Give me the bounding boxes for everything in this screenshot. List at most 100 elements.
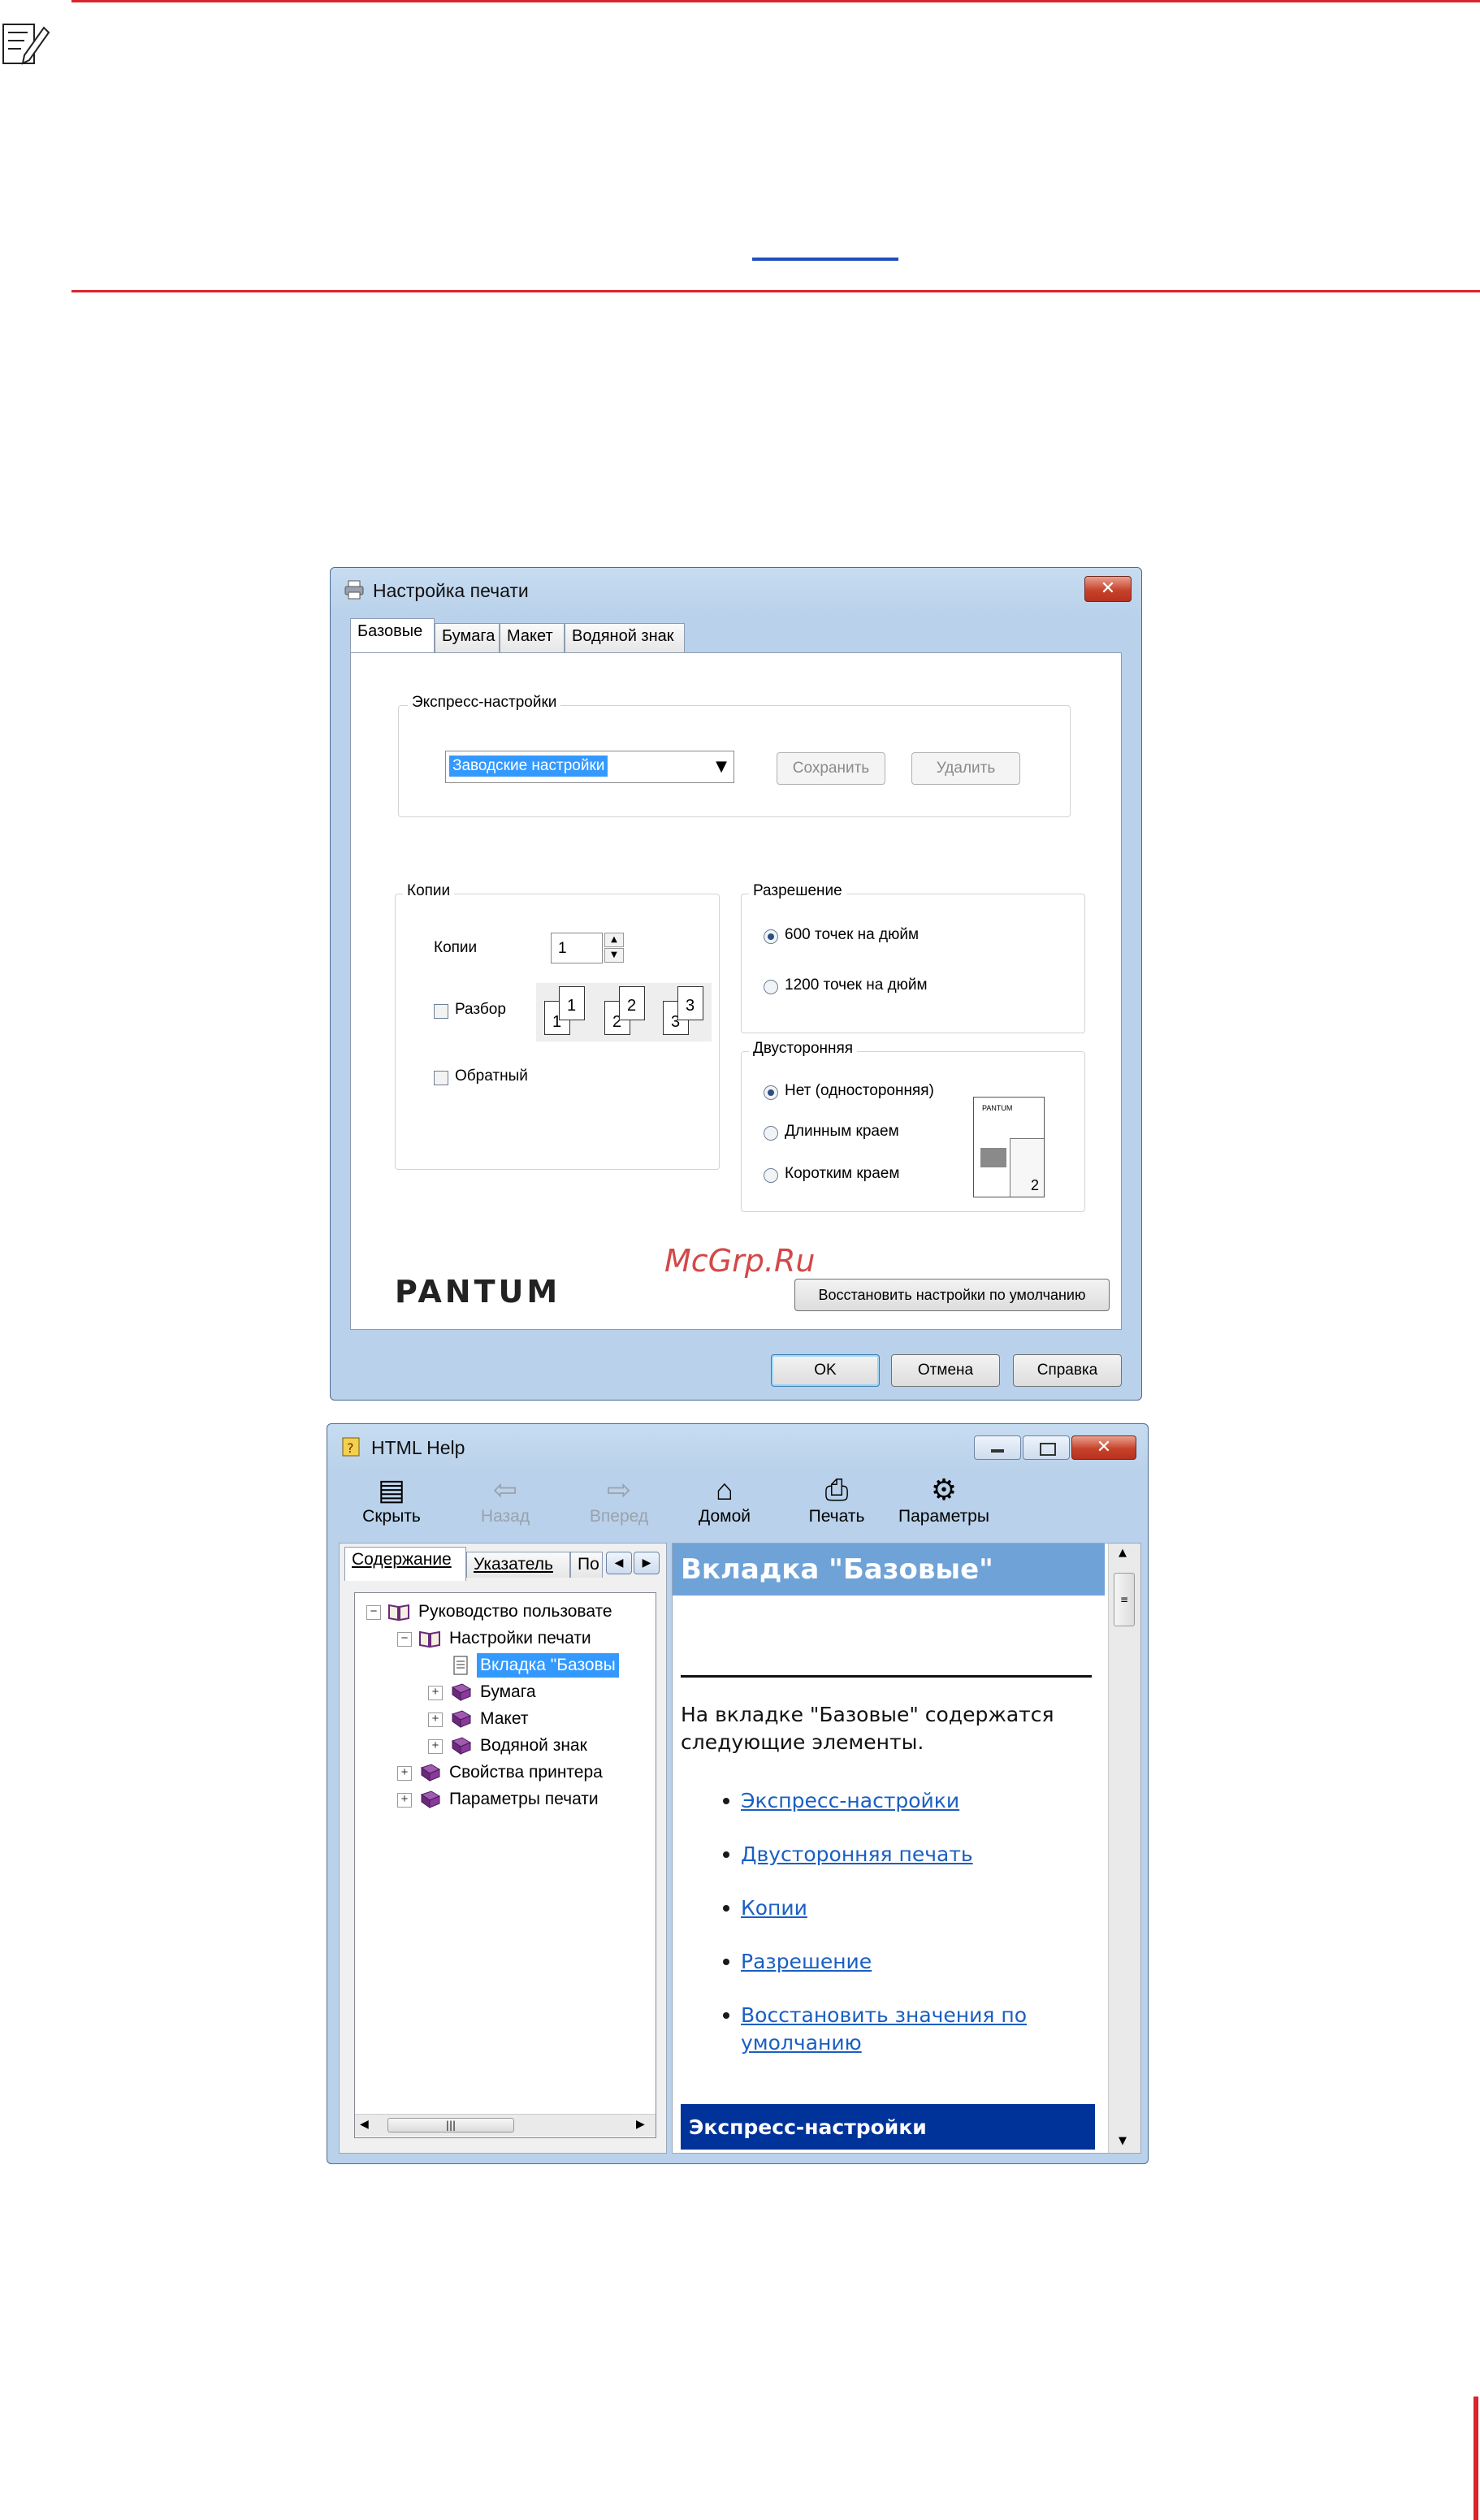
toolbar-back-arrow-button[interactable]: ⇦ Назад: [452, 1473, 558, 1535]
duplex-long-edge-label: Длинным краем: [785, 1123, 899, 1140]
tree-item[interactable]: − Руководство пользовате: [355, 1600, 656, 1624]
resolution-1200-label: 1200 точек на дюйм: [785, 976, 928, 994]
toolbar-home-button[interactable]: ⌂ Домой: [672, 1473, 777, 1535]
reverse-checkbox[interactable]: [434, 1071, 448, 1085]
scroll-down-arrow-icon[interactable]: ▼: [1119, 2135, 1127, 2147]
content-pane: Вкладка "Базовые" На вкладке "Базовые" с…: [672, 1543, 1141, 2154]
tree-item[interactable]: + Свойства принтера: [355, 1760, 656, 1785]
chevron-down-icon: ▼: [716, 758, 727, 775]
close-button[interactable]: ✕: [1084, 576, 1132, 602]
resolution-1200-radio[interactable]: [764, 980, 778, 994]
delete-preset-button[interactable]: Удалить: [911, 752, 1020, 785]
content-link[interactable]: Двусторонняя печать: [741, 1841, 1058, 1868]
express-settings-select[interactable]: Заводские настройки ▼: [445, 751, 734, 783]
tab-index[interactable]: Указатель: [466, 1552, 570, 1578]
tab-contents[interactable]: Содержание: [344, 1547, 466, 1581]
tree-item[interactable]: + Макет: [355, 1707, 656, 1731]
duplex-short-edge-label: Коротким краем: [785, 1165, 900, 1182]
toolbar-hide-button[interactable]: ▤ Скрыть: [339, 1473, 444, 1535]
tree-hscrollbar[interactable]: ◀ ||| ▶: [355, 2114, 656, 2137]
content-link[interactable]: Копии: [741, 1894, 1058, 1922]
pantum-logo: PANTUM: [395, 1274, 561, 1310]
printer-icon: ⎙: [824, 1473, 849, 1506]
content-link[interactable]: Восстановить значения по умолчанию: [741, 2002, 1058, 2057]
toolbar-printer-button[interactable]: ⎙ Печать: [784, 1473, 889, 1535]
html-help-window: ? HTML Help ✕ ▤ Скрыть ⇦ Назад ⇨ Вперед ⌂ Домой…: [327, 1423, 1149, 2164]
expand-icon[interactable]: +: [428, 1686, 443, 1700]
tab-layout[interactable]: Макет: [500, 623, 565, 652]
minimize-button[interactable]: [974, 1435, 1021, 1460]
toolbar-options-button[interactable]: ⚙ Параметры: [891, 1473, 997, 1535]
tree-item[interactable]: Вкладка "Базовы: [355, 1653, 656, 1678]
toolbar-label: Вперед: [589, 1507, 649, 1526]
tab-paper[interactable]: Бумага: [435, 623, 500, 652]
restore-defaults-button[interactable]: Восстановить настройки по умолчанию: [794, 1279, 1110, 1311]
cancel-button[interactable]: Отмена: [891, 1354, 1000, 1387]
tree-item-label: Водяной знак: [480, 1736, 587, 1755]
closed-book-icon: [449, 1682, 472, 1702]
copies-up-arrow-icon[interactable]: ▲: [604, 933, 624, 947]
forward-arrow-icon: ⇨: [606, 1473, 632, 1506]
help-close-button[interactable]: ✕: [1071, 1435, 1136, 1460]
expand-icon[interactable]: +: [397, 1766, 412, 1781]
tab-scroll-left-icon[interactable]: ◀: [606, 1552, 632, 1574]
closed-book-icon: [449, 1736, 472, 1756]
hide-icon: ▤: [377, 1473, 405, 1506]
scroll-right-arrow-icon[interactable]: ▶: [636, 2118, 645, 2131]
resolution-group-label: Разрешение: [749, 882, 846, 900]
tab-search[interactable]: По: [570, 1552, 603, 1578]
toolbar-forward-arrow-button[interactable]: ⇨ Вперед: [566, 1473, 672, 1535]
resolution-600-radio[interactable]: [764, 929, 778, 944]
contents-tree: − Руководство пользовате − Настройки печати…: [354, 1592, 656, 2138]
content-vscrollbar[interactable]: ▲ ≡ ▼: [1108, 1544, 1140, 2153]
expand-icon[interactable]: +: [428, 1739, 443, 1754]
tree-item[interactable]: + Бумага: [355, 1680, 656, 1704]
duplex-group-label: Двусторонняя: [749, 1040, 858, 1058]
tab-scroll-right-icon[interactable]: ▶: [634, 1552, 660, 1574]
closed-book-icon: [418, 1790, 441, 1809]
ok-button[interactable]: OK: [771, 1354, 880, 1387]
section-heading: Экспресс-настройки: [689, 2115, 927, 2139]
tab-watermark[interactable]: Водяной знак: [565, 623, 685, 652]
vscroll-thumb[interactable]: ≡: [1114, 1573, 1135, 1626]
expand-icon[interactable]: +: [397, 1793, 412, 1808]
copies-group-label: Копии: [403, 882, 455, 900]
expand-icon[interactable]: +: [428, 1712, 443, 1727]
bullet-icon: [723, 1798, 729, 1804]
tree-item[interactable]: + Водяной знак: [355, 1734, 656, 1758]
resolution-600-label: 600 точек на дюйм: [785, 926, 920, 943]
scroll-left-arrow-icon[interactable]: ◀: [360, 2118, 369, 2131]
collate-checkbox[interactable]: [434, 1004, 448, 1019]
printer-icon: [344, 579, 365, 600]
collapse-icon[interactable]: −: [366, 1605, 381, 1620]
tree-item-label: Настройки печати: [449, 1629, 591, 1648]
collate-sheet: 2: [619, 986, 645, 1020]
duplex-none-radio[interactable]: [764, 1085, 778, 1100]
tab-basic[interactable]: Базовые: [350, 618, 435, 652]
help-button[interactable]: Справка: [1013, 1354, 1122, 1387]
tree-item[interactable]: + Параметры печати: [355, 1787, 656, 1812]
scroll-up-arrow-icon[interactable]: ▲: [1119, 1547, 1127, 1559]
save-preset-button[interactable]: Сохранить: [777, 752, 885, 785]
content-link[interactable]: Экспресс-настройки: [741, 1787, 1058, 1815]
close-icon: ✕: [1096, 1437, 1112, 1457]
scroll-thumb[interactable]: |||: [387, 2118, 514, 2132]
help-toolbar: ▤ Скрыть ⇦ Назад ⇨ Вперед ⌂ Домой ⎙ Печать ⚙ Параме…: [339, 1473, 1135, 1535]
tab-panel: Экспресс-настройки Заводские настройки ▼…: [350, 652, 1122, 1330]
duplex-none-label: Нет (односторонняя): [785, 1082, 934, 1099]
content-link[interactable]: Разрешение: [741, 1948, 1058, 1976]
duplex-long-edge-radio[interactable]: [764, 1126, 778, 1141]
bullet-icon: [723, 2012, 729, 2019]
reverse-label: Обратный: [455, 1067, 528, 1085]
collapse-icon[interactable]: −: [397, 1632, 412, 1647]
copies-down-arrow-icon[interactable]: ▼: [604, 948, 624, 963]
copies-value: 1: [558, 940, 567, 957]
maximize-button[interactable]: [1023, 1435, 1070, 1460]
note-pencil-icon: [0, 19, 50, 70]
note-link-underline[interactable]: [752, 258, 898, 261]
copies-input[interactable]: 1: [551, 933, 603, 963]
duplex-short-edge-radio[interactable]: [764, 1168, 778, 1183]
tree-item[interactable]: − Настройки печати: [355, 1626, 656, 1651]
content-link-list: Экспресс-настройки Двусторонняя печать Коп…: [673, 1544, 1105, 2112]
copies-stepper[interactable]: 1 ▲ ▼: [551, 933, 625, 963]
